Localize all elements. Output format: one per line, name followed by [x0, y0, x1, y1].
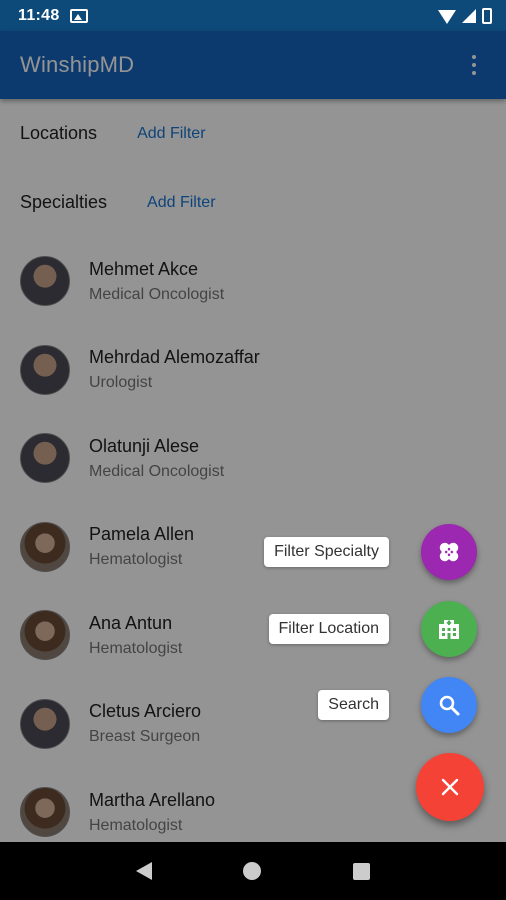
search-button[interactable]: [421, 677, 477, 733]
close-icon: [441, 778, 459, 796]
search-label[interactable]: Search: [318, 690, 389, 720]
signal-icon: [462, 8, 476, 23]
back-icon[interactable]: [135, 862, 152, 880]
wifi-icon: [438, 9, 456, 24]
hospital-icon: [439, 620, 459, 639]
filter-location-label[interactable]: Filter Location: [268, 614, 389, 644]
filter-location-button[interactable]: [421, 601, 477, 657]
image-notification-icon: [69, 8, 88, 23]
home-icon[interactable]: [243, 862, 262, 880]
status-bar: 11:48: [0, 0, 506, 31]
status-icons: [438, 7, 492, 24]
battery-icon: [482, 7, 492, 24]
recents-icon[interactable]: [353, 862, 371, 880]
fab-close-button[interactable]: [416, 753, 484, 821]
fab-search-item: Search: [318, 677, 477, 733]
fab-filter-specialty-item: Filter Specialty: [264, 524, 477, 580]
bandage-icon: [439, 542, 459, 562]
system-nav-bar: [0, 842, 506, 900]
search-icon: [439, 695, 460, 716]
fab-filter-location-item: Filter Location: [268, 601, 477, 657]
filter-specialty-label[interactable]: Filter Specialty: [264, 537, 389, 567]
status-time: 11:48: [18, 6, 60, 24]
filter-specialty-button[interactable]: [421, 524, 477, 580]
